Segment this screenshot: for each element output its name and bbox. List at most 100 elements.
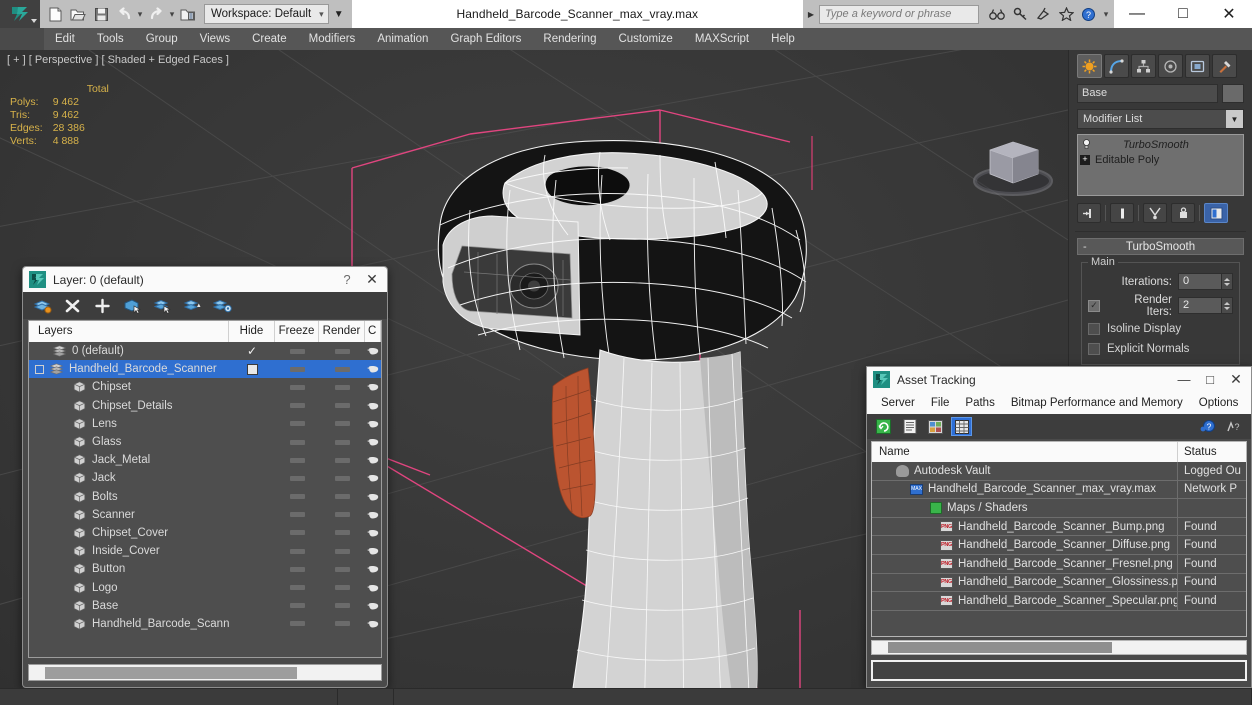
utilities-tab[interactable] (1212, 54, 1237, 78)
render-iters-spinner[interactable]: 2 (1178, 297, 1233, 314)
context-help-icon[interactable]: ? (1224, 417, 1245, 436)
satellite-icon[interactable] (1033, 3, 1053, 25)
display-tab[interactable] (1185, 54, 1210, 78)
menu-edit[interactable]: Edit (44, 28, 86, 50)
isoline-display-row[interactable]: Isoline Display (1088, 320, 1233, 338)
layer-row[interactable]: Bolts (29, 488, 381, 506)
column-status[interactable]: Status (1178, 442, 1246, 462)
hide-layer-icon[interactable] (179, 295, 205, 317)
layer-row[interactable]: Jack_Metal (29, 451, 381, 469)
layer-hide-cell[interactable] (275, 384, 319, 390)
workspace-selector[interactable]: Workspace: Default ▾ (204, 4, 329, 24)
layer-row[interactable]: Inside_Cover (29, 542, 381, 560)
layer-hide-cell[interactable] (275, 457, 319, 463)
layer-render-cell[interactable] (365, 528, 381, 538)
workspace-dropdown-button[interactable]: ▼ (330, 2, 348, 26)
iterations-field[interactable]: 0 (1178, 273, 1222, 290)
layer-hide-cell[interactable] (275, 585, 319, 591)
open-file-icon[interactable] (67, 2, 89, 26)
layer-freeze-cell[interactable] (319, 566, 365, 572)
layer-row[interactable]: Chipset (29, 378, 381, 396)
layer-row[interactable]: Scanner (29, 506, 381, 524)
asset-row[interactable]: MAX Handheld_Barcode_Scanner_max_vray.max… (872, 480, 1246, 500)
star-icon[interactable] (1056, 3, 1076, 25)
layer-render-cell[interactable] (365, 455, 381, 465)
layer-render-cell[interactable] (365, 346, 381, 356)
layer-list[interactable]: Layers Hide Freeze Render C 0 (default) ✓… (28, 320, 382, 658)
layer-render-cell[interactable] (365, 583, 381, 593)
layer-properties-icon[interactable] (209, 295, 235, 317)
undo-dropdown-arrow[interactable]: ▾ (136, 9, 144, 20)
menu-tools[interactable]: Tools (86, 28, 135, 50)
layer-freeze-cell[interactable] (319, 603, 365, 609)
asset-row[interactable]: PNG Handheld_Barcode_Scanner_Bump.png Foun… (872, 517, 1246, 537)
menu-views[interactable]: Views (189, 28, 241, 50)
layer-row[interactable]: Glass (29, 433, 381, 451)
expand-icon[interactable]: + (1080, 154, 1090, 165)
modifier-stack[interactable]: TurboSmooth + Editable Poly (1077, 134, 1244, 196)
layer-freeze-cell[interactable] (319, 530, 365, 536)
turbosmooth-rollout-header[interactable]: - TurboSmooth (1077, 238, 1244, 255)
layer-hide-cell[interactable] (275, 530, 319, 536)
layer-rows-container[interactable]: 0 (default) ✓ Handheld_Barcode_Scanner Chip… (29, 342, 381, 657)
motion-tab[interactable] (1158, 54, 1183, 78)
key-icon[interactable] (1010, 3, 1030, 25)
layer-freeze-cell[interactable] (319, 512, 365, 518)
layer-hide-cell[interactable] (275, 548, 319, 554)
layer-row[interactable]: Button (29, 560, 381, 578)
asset-menu-paths[interactable]: Paths (957, 392, 1002, 414)
menu-maxscript[interactable]: MAXScript (684, 28, 760, 50)
column-render[interactable]: Render (319, 321, 365, 342)
layer-row[interactable]: Jack (29, 469, 381, 487)
asset-list[interactable]: Name Status Autodesk Vault Logged Ou MAX Ha… (871, 441, 1247, 637)
modifier-list-dropdown[interactable]: Modifier List ▼ (1077, 109, 1244, 129)
layer-hide-cell[interactable] (275, 439, 319, 445)
highlight-selected-objects-layers-icon[interactable] (149, 295, 175, 317)
layer-hide-cell[interactable] (275, 366, 319, 372)
menu-help[interactable]: Help (760, 28, 806, 50)
isoline-display-checkbox[interactable] (1088, 323, 1100, 335)
asset-row[interactable]: Autodesk Vault Logged Ou (872, 461, 1246, 481)
close-button[interactable]: ✕ (359, 271, 385, 288)
remove-modifier-icon[interactable] (1171, 203, 1195, 223)
layer-hide-cell[interactable] (275, 403, 319, 409)
help-dropdown-arrow[interactable]: ▾ (1102, 9, 1110, 20)
asset-horizontal-scrollbar[interactable] (871, 640, 1247, 655)
layer-freeze-cell[interactable] (319, 403, 365, 409)
lightbulb-icon[interactable] (1080, 139, 1092, 150)
layer-freeze-cell[interactable] (319, 421, 365, 427)
asset-menu-bitmap-performance[interactable]: Bitmap Performance and Memory (1003, 392, 1191, 414)
asset-window-title-bar[interactable]: Asset Tracking — □ ✕ (867, 367, 1251, 392)
asset-tracking-window[interactable]: Asset Tracking — □ ✕ Server File Paths B… (866, 366, 1252, 688)
redo-icon[interactable] (145, 2, 167, 26)
layer-explorer-window[interactable]: Layer: 0 (default) ? ✕ Layers Hide Freez… (22, 266, 388, 688)
column-layers[interactable]: Layers (29, 321, 229, 342)
explicit-normals-row[interactable]: Explicit Normals (1088, 340, 1233, 358)
layer-freeze-cell[interactable] (319, 384, 365, 390)
save-file-icon[interactable] (90, 2, 112, 26)
new-layer-icon[interactable] (29, 295, 55, 317)
menu-rendering[interactable]: Rendering (532, 28, 607, 50)
application-menu-button[interactable] (0, 0, 40, 28)
layer-freeze-cell[interactable] (319, 457, 365, 463)
column-color[interactable]: C (365, 321, 381, 342)
layer-row[interactable]: 0 (default) ✓ (29, 342, 381, 360)
layer-row[interactable]: Chipset_Details (29, 397, 381, 415)
layer-row[interactable]: Chipset_Cover (29, 524, 381, 542)
layer-hide-cell[interactable] (275, 566, 319, 572)
layer-render-cell[interactable] (365, 619, 381, 629)
binoculars-icon[interactable] (987, 3, 1007, 25)
help-icon[interactable]: ? (1079, 3, 1099, 25)
layer-freeze-cell[interactable] (319, 585, 365, 591)
object-color-swatch[interactable] (1222, 84, 1244, 103)
modifier-stack-item-editable-poly[interactable]: + Editable Poly (1080, 152, 1241, 167)
layer-render-cell[interactable] (365, 492, 381, 502)
maximize-button[interactable]: □ (1160, 0, 1206, 28)
menu-customize[interactable]: Customize (607, 28, 683, 50)
iterations-spinner[interactable]: 0 (1178, 273, 1233, 290)
layer-freeze-cell[interactable] (319, 439, 365, 445)
make-unique-icon[interactable] (1143, 203, 1167, 223)
delete-layer-icon[interactable] (59, 295, 85, 317)
modify-tab[interactable] (1104, 54, 1129, 78)
layer-hide-cell[interactable] (275, 475, 319, 481)
